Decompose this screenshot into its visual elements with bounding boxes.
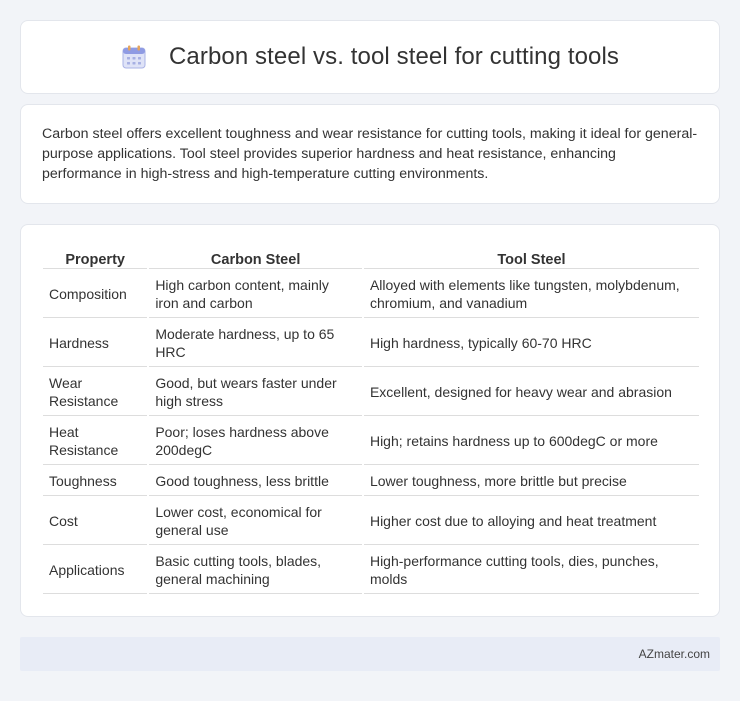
summary-text: Carbon steel offers excellent toughness … [42,126,698,182]
table-row: Wear Resistance Good, but wears faster u… [43,369,699,416]
table-row: Cost Lower cost, economical for general … [43,498,699,545]
table-row: Heat Resistance Poor; loses hardness abo… [43,418,699,465]
table-row: Hardness Moderate hardness, up to 65 HRC… [43,320,699,367]
tool-steel-cell: High hardness, typically 60-70 HRC [363,320,699,367]
carbon-steel-cell: Lower cost, economical for general use [149,498,362,545]
title-wrap: Carbon steel vs. tool steel for cutting … [121,43,619,71]
property-cell: Toughness [43,467,148,496]
table-row: Applications Basic cutting tools, blades… [43,547,699,594]
property-cell: Heat Resistance [43,418,148,465]
column-header-carbon-steel: Carbon Steel [149,247,362,269]
table-row: Composition High carbon content, mainly … [43,271,699,318]
title-card: Carbon steel vs. tool steel for cutting … [20,20,720,94]
tool-steel-cell: Higher cost due to alloying and heat tre… [363,498,699,545]
table-row: Toughness Good toughness, less brittle L… [43,467,699,496]
carbon-steel-cell: High carbon content, mainly iron and car… [149,271,362,318]
property-cell: Hardness [43,320,148,367]
carbon-steel-cell: Moderate hardness, up to 65 HRC [149,320,362,367]
property-cell: Applications [43,547,148,594]
tool-steel-cell: Excellent, designed for heavy wear and a… [363,369,699,416]
carbon-steel-cell: Poor; loses hardness above 200degC [149,418,362,465]
carbon-steel-cell: Basic cutting tools, blades, general mac… [149,547,362,594]
summary-card: Carbon steel offers excellent toughness … [20,104,720,204]
tool-steel-cell: Alloyed with elements like tungsten, mol… [363,271,699,318]
column-header-property: Property [43,247,148,269]
calendar-icon [122,45,146,69]
comparison-table: Property Carbon Steel Tool Steel Composi… [41,245,701,596]
footer-site-name: AZmater.com [638,647,710,661]
tool-steel-cell: High; retains hardness up to 600degC or … [363,418,699,465]
carbon-steel-cell: Good, but wears faster under high stress [149,369,362,416]
footer-bar: AZmater.com [20,637,720,671]
table-card: Property Carbon Steel Tool Steel Composi… [20,224,720,617]
column-header-tool-steel: Tool Steel [363,247,699,269]
property-cell: Composition [43,271,148,318]
page-title: Carbon steel vs. tool steel for cutting … [168,43,620,70]
property-cell: Cost [43,498,148,545]
property-cell: Wear Resistance [43,369,148,416]
carbon-steel-cell: Good toughness, less brittle [149,467,362,496]
tool-steel-cell: High-performance cutting tools, dies, pu… [363,547,699,594]
tool-steel-cell: Lower toughness, more brittle but precis… [363,467,699,496]
table-header-row: Property Carbon Steel Tool Steel [43,247,699,269]
